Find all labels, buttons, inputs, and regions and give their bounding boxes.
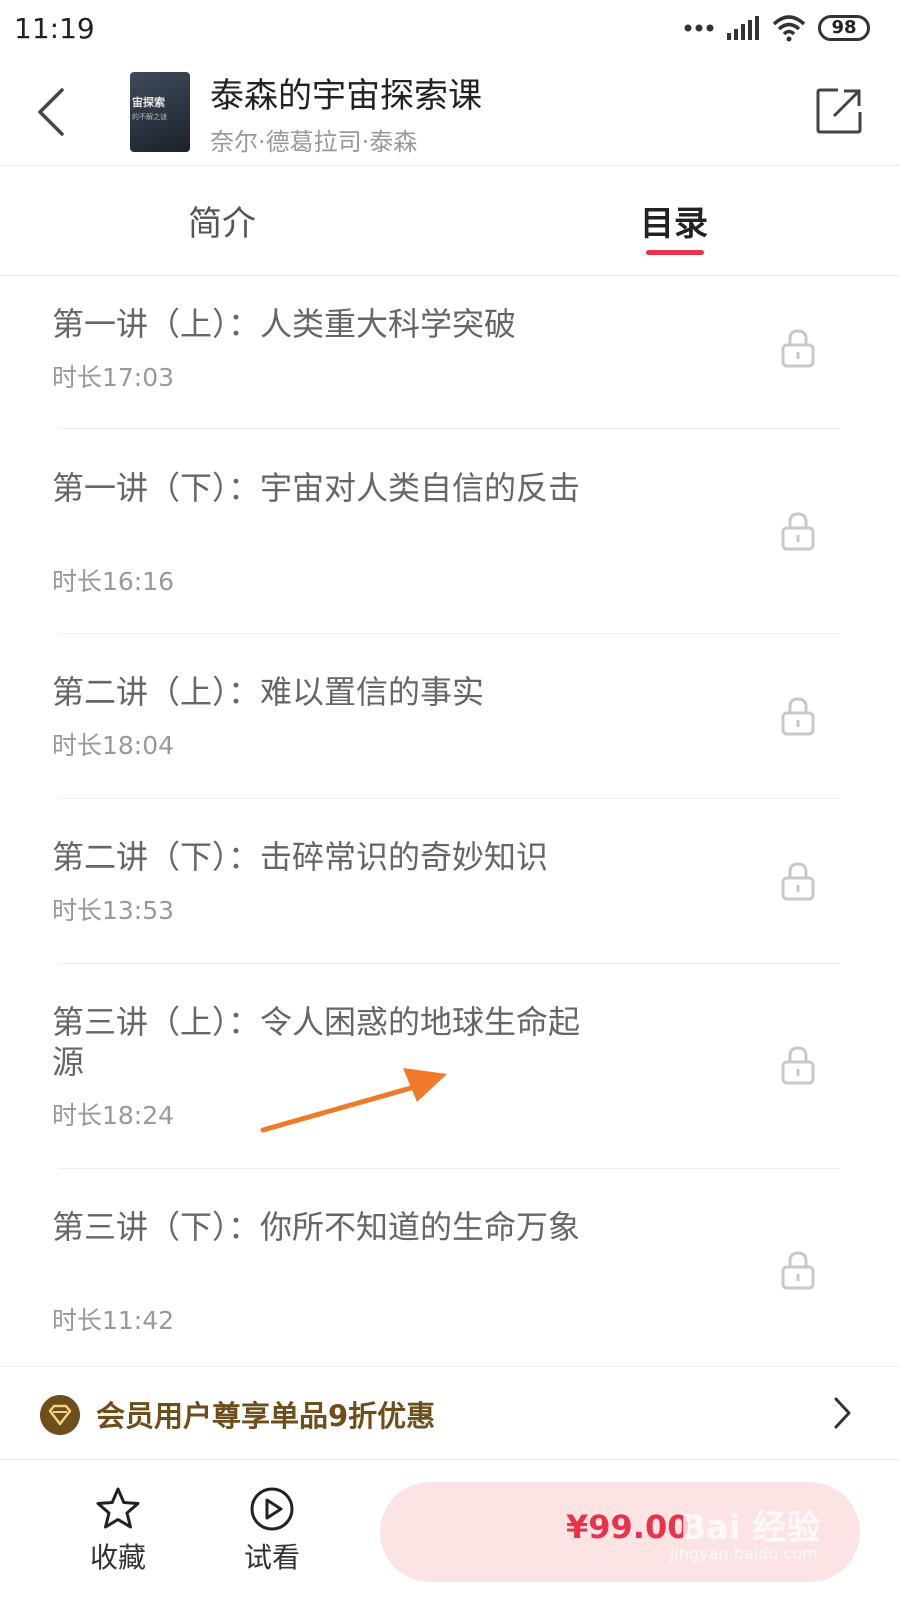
tab-bar: 简介 目录: [0, 166, 900, 276]
lesson-title: 第二讲（下）：击碎常识的奇妙知识: [52, 838, 549, 876]
member-promo-banner[interactable]: 会员用户尊享单品9折优惠: [0, 1366, 900, 1460]
course-cover: 宙探索 的不解之谜: [130, 72, 190, 152]
cover-subtitle: 的不解之谜: [132, 113, 167, 121]
watermark-logo: Bai 经验: [680, 1508, 821, 1548]
lesson-item[interactable]: 第二讲（上）：难以置信的事实 时长18:04: [0, 634, 900, 798]
lesson-title: 第二讲（上）：难以置信的事实: [52, 673, 485, 711]
favorite-button[interactable]: 收藏: [78, 1486, 158, 1576]
promo-text: 会员用户尊享单品9折优惠: [96, 1399, 436, 1433]
course-title: 泰森的宇宙探索课: [210, 76, 482, 116]
trial-button[interactable]: 试看: [232, 1486, 312, 1576]
lesson-title: 第一讲（下）：宇宙对人类自信的反击: [52, 469, 581, 507]
share-icon[interactable]: [814, 86, 864, 136]
lock-icon: [781, 697, 815, 736]
play-circle-icon: [250, 1487, 294, 1531]
status-bar: 11:19 98: [0, 0, 900, 60]
favorite-label: 收藏: [89, 1541, 146, 1574]
star-icon: [96, 1487, 140, 1529]
lock-icon: [781, 329, 815, 368]
chevron-right-icon: [834, 1397, 851, 1429]
active-tab-indicator: [646, 250, 704, 255]
lesson-duration: 时长13:53: [52, 896, 175, 925]
annotation-arrow-icon: [260, 1068, 447, 1133]
battery-indicator: 98: [818, 15, 870, 41]
lesson-list: 第一讲（上）：人类重大科学突破 时长17:03 第一讲（下）：宇宙对人类自信的反…: [0, 276, 900, 1366]
lesson-item[interactable]: 第一讲（下）：宇宙对人类自信的反击 时长16:16: [0, 429, 900, 633]
lesson-duration: 时长11:42: [52, 1306, 175, 1335]
lock-icon: [781, 862, 815, 901]
lesson-title: 第一讲（上）：人类重大科学突破: [52, 305, 517, 343]
lesson-item[interactable]: 第二讲（下）：击碎常识的奇妙知识 时长13:53: [0, 799, 900, 963]
member-badge-icon: [40, 1395, 80, 1435]
cover-title: 宙探索: [132, 96, 165, 109]
course-author: 奈尔·德葛拉司·泰森: [210, 128, 418, 156]
tab-catalog[interactable]: 目录: [640, 196, 708, 245]
lesson-duration: 时长16:16: [52, 567, 175, 596]
lesson-duration: 时长17:03: [52, 363, 175, 392]
lock-icon: [781, 1046, 815, 1085]
lesson-item[interactable]: 第三讲（下）：你所不知道的生命万象 时长11:42: [0, 1169, 900, 1366]
status-icons: 98: [684, 14, 870, 42]
bottom-action-bar: 收藏 试看 ¥99.00 Bai 经验 jingyan.baidu.com: [0, 1460, 900, 1600]
signal-icon: [727, 16, 759, 40]
lesson-duration: 时长18:04: [52, 731, 175, 760]
status-time: 11:19: [14, 12, 95, 45]
watermark-url: jingyan.baidu.com: [670, 1544, 818, 1563]
buy-button[interactable]: ¥99.00 Bai 经验 jingyan.baidu.com: [380, 1482, 860, 1582]
price-label: ¥99.00: [566, 1508, 690, 1546]
lesson-item[interactable]: 第一讲（上）：人类重大科学突破 时长17:03: [0, 276, 900, 428]
tab-intro[interactable]: 简介: [188, 196, 256, 245]
lock-icon: [781, 512, 815, 551]
back-icon[interactable]: [32, 84, 72, 140]
header: 宙探索 的不解之谜 泰森的宇宙探索课 奈尔·德葛拉司·泰森: [0, 60, 900, 166]
wifi-icon: [772, 15, 806, 42]
lock-icon: [781, 1251, 815, 1290]
more-dots-icon: [684, 24, 714, 32]
trial-label: 试看: [243, 1541, 300, 1574]
lesson-duration: 时长18:24: [52, 1101, 175, 1130]
lesson-title: 第三讲（下）：你所不知道的生命万象: [52, 1208, 581, 1246]
